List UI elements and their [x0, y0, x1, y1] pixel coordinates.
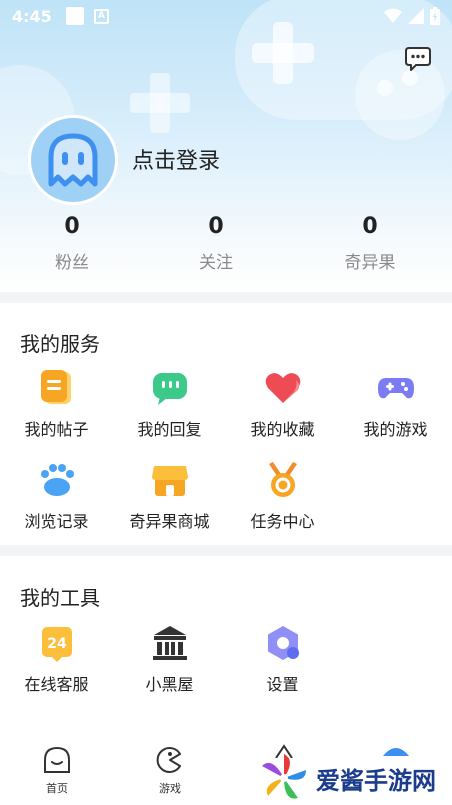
section-divider: [0, 545, 452, 556]
pinwheel-logo-icon: [262, 754, 306, 799]
service-24-badge: 24: [47, 636, 67, 652]
notification-a-icon: A: [93, 8, 109, 24]
watermark: 爱酱手游网: [258, 752, 436, 804]
service-my-posts[interactable]: 我的帖子: [0, 368, 113, 440]
service-label: 我的收藏: [250, 420, 315, 439]
settings-icon: [267, 626, 299, 660]
battery-icon: [430, 7, 440, 25]
stat-following[interactable]: 0 关注: [156, 214, 276, 273]
tool-black-room[interactable]: 小黑屋: [113, 623, 226, 695]
stat-followers[interactable]: 0 粉丝: [12, 214, 132, 273]
posts-icon: [40, 370, 71, 404]
status-bar: 4:45 A: [0, 0, 452, 32]
section-divider: [0, 292, 452, 303]
home-icon: [44, 746, 70, 773]
services-title: 我的服务: [20, 332, 100, 356]
tab-label: 首页: [46, 782, 68, 795]
watermark-text: 爱酱手游网: [316, 766, 436, 795]
service-history[interactable]: 浏览记录: [0, 460, 113, 532]
tool-label: 在线客服: [24, 675, 89, 694]
ghost-avatar-icon: [48, 133, 98, 187]
service-my-games[interactable]: 我的游戏: [339, 368, 452, 440]
jail-icon: [152, 626, 187, 660]
stat-kiwi[interactable]: 0 奇异果: [310, 214, 430, 273]
signal-icon: [408, 8, 424, 24]
gamepad-icon: [377, 378, 414, 399]
service-my-favorites[interactable]: 我的收藏: [226, 368, 339, 440]
stat-value: 0: [64, 214, 80, 239]
tool-label: 小黑屋: [145, 675, 194, 694]
tab-games[interactable]: 游戏: [130, 746, 210, 796]
service-my-replies[interactable]: 我的回复: [113, 368, 226, 440]
stat-label: 关注: [199, 253, 233, 273]
stat-label: 奇异果: [344, 253, 396, 273]
status-time: 4:45: [12, 6, 52, 26]
service-label: 浏览记录: [24, 512, 89, 531]
stat-value: 0: [362, 214, 378, 239]
stat-value: 0: [208, 214, 224, 239]
service-label: 任务中心: [250, 512, 315, 531]
plus-decoration: [130, 73, 190, 133]
service-label: 奇异果商城: [129, 512, 210, 531]
reply-icon: [152, 373, 187, 405]
avatar[interactable]: [28, 115, 118, 205]
tool-online-service[interactable]: 24 在线客服: [0, 623, 113, 695]
game-tab-icon: [156, 747, 181, 773]
paw-icon: [40, 464, 74, 496]
login-link[interactable]: 点击登录: [132, 143, 220, 175]
tools-title: 我的工具: [20, 586, 100, 610]
service-label: 我的回复: [137, 420, 202, 439]
service-label: 我的帖子: [24, 420, 89, 439]
message-icon[interactable]: [404, 44, 432, 72]
tab-home[interactable]: 首页: [17, 746, 97, 796]
service-kiwi-shop[interactable]: 奇异果商城: [113, 460, 226, 532]
tool-label: 设置: [266, 675, 299, 694]
notification-square-icon: [65, 7, 84, 25]
service-task-center[interactable]: 任务中心: [226, 460, 339, 532]
heart-icon: [265, 373, 300, 403]
stat-label: 粉丝: [55, 253, 89, 273]
tool-settings[interactable]: 设置: [226, 623, 339, 695]
service-24-icon: 24: [41, 627, 72, 662]
medal-icon: [268, 462, 297, 497]
tab-label: 游戏: [159, 782, 181, 795]
service-label: 我的游戏: [363, 420, 428, 439]
wifi-icon: [384, 8, 402, 23]
shop-icon: [151, 466, 188, 496]
